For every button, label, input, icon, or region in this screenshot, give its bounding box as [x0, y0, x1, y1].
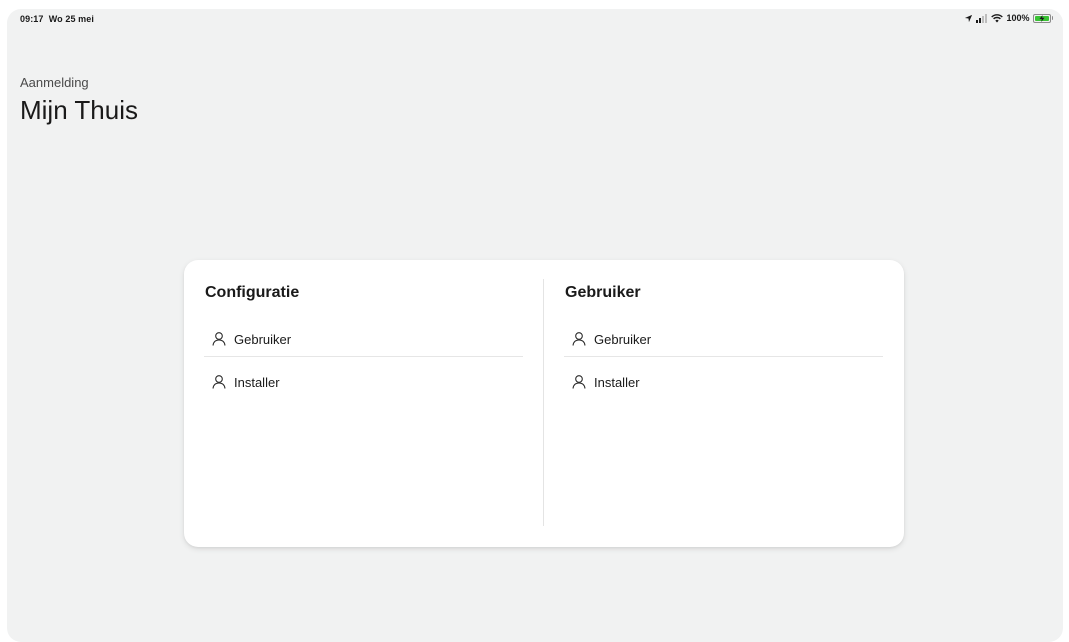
signal-icon [976, 13, 988, 23]
status-time-date: 09:17 Wo 25 mei [20, 14, 94, 24]
location-arrow-icon [964, 14, 973, 23]
battery-percentage: 100% [1006, 13, 1030, 23]
page-subtitle: Aanmelding [20, 75, 89, 90]
item-label: Installer [594, 374, 640, 390]
user-icon [210, 330, 228, 348]
wifi-icon [991, 13, 1004, 23]
configuratie-gebruiker-item[interactable]: Gebruiker [204, 322, 523, 357]
app-screen: 09:17 Wo 25 mei 100% Aanmelding Mijn Thu… [7, 9, 1063, 642]
status-time: 09:17 [20, 14, 44, 24]
status-indicators: 100% [964, 13, 1053, 23]
login-card: Configuratie Gebruiker Installer Gebruik… [184, 260, 904, 547]
status-bar: 09:17 Wo 25 mei 100% [7, 9, 1063, 29]
configuratie-panel: Configuratie Gebruiker Installer [204, 260, 523, 547]
gebruiker-gebruiker-item[interactable]: Gebruiker [564, 322, 883, 357]
panel-title: Configuratie [205, 284, 300, 301]
item-label: Gebruiker [594, 331, 652, 347]
page-header: Aanmelding Mijn Thuis [20, 75, 138, 125]
item-label: Gebruiker [234, 331, 292, 347]
status-date: Wo 25 mei [48, 14, 94, 24]
panel-title: Gebruiker [565, 284, 641, 301]
gebruiker-panel: Gebruiker Gebruiker Installer [564, 260, 883, 547]
user-icon [570, 373, 588, 391]
page-title: Mijn Thuis [20, 95, 139, 125]
user-icon [210, 373, 228, 391]
battery-charging-icon [1032, 13, 1053, 23]
panel-divider [543, 279, 544, 526]
user-icon [570, 330, 588, 348]
gebruiker-installer-item[interactable]: Installer [564, 365, 883, 399]
configuratie-installer-item[interactable]: Installer [204, 365, 523, 399]
item-label: Installer [234, 374, 280, 390]
